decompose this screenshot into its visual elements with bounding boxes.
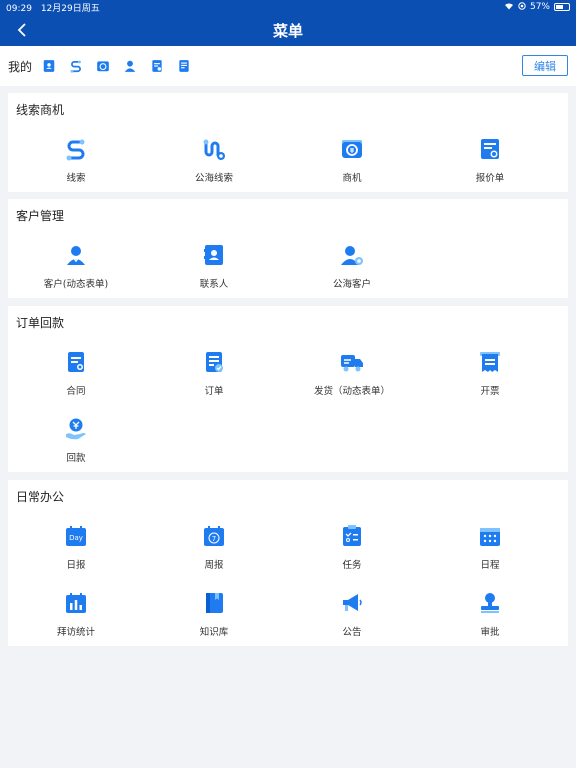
favorites-bar: 我的 编辑: [0, 46, 576, 86]
order-icon[interactable]: [177, 59, 191, 73]
task-icon: [343, 525, 361, 546]
payment-icon: [66, 418, 86, 440]
menu-item-schedule[interactable]: 日程: [430, 524, 550, 571]
menu-item-order[interactable]: 订单: [154, 350, 274, 397]
section-orders: 订单回款 合同 订单 发货（动态表单） 开票 回款: [8, 306, 568, 472]
menu-item-label: 拜访统计: [56, 627, 95, 638]
menu-item-label: 发货（动态表单）: [313, 386, 390, 397]
menu-item-label: 客户(动态表单): [43, 279, 109, 290]
customer-icon[interactable]: [123, 59, 137, 73]
order-icon: [206, 352, 223, 372]
menu-item-daily-report[interactable]: Day 日报: [16, 524, 136, 571]
menu-item-label: 合同: [66, 386, 86, 397]
public-customer-icon: [341, 246, 363, 265]
top-bar: 09:29 12月29日周五 57% 菜单: [0, 0, 576, 46]
menu-item-payment[interactable]: 回款: [16, 417, 136, 464]
favorites-label: 我的: [8, 59, 33, 74]
opportunity-icon: [342, 140, 362, 158]
schedule-icon: [480, 528, 500, 546]
invoice-icon: [480, 352, 500, 372]
menu-item-label: 报价单: [475, 173, 505, 184]
menu-item-contract[interactable]: 合同: [16, 350, 136, 397]
menu-item-invoice[interactable]: 开票: [430, 350, 550, 397]
page-title: 菜单: [272, 21, 303, 40]
section-customers: 客户管理 客户(动态表单) 联系人 公海客户: [8, 199, 568, 298]
customer-icon: [67, 246, 85, 265]
approval-icon: [481, 593, 499, 613]
announcement-icon: [343, 594, 362, 611]
menu-item-label: 日报: [66, 560, 86, 571]
menu-item-opportunity[interactable]: 商机: [292, 137, 412, 184]
contract-icon[interactable]: [150, 59, 164, 73]
quote-icon: [481, 139, 499, 159]
weekly-report-icon: 7: [204, 526, 224, 546]
menu-item-weekly-report[interactable]: 7 周报: [154, 524, 274, 571]
contact-icon: [204, 245, 223, 265]
section-title: 日常办公: [16, 490, 65, 504]
battery-percent: 57%: [529, 2, 550, 12]
menu-item-public-customer[interactable]: 公海客户: [292, 243, 412, 290]
menu-item-label: 公海线索: [194, 173, 233, 184]
lead-icon: [66, 139, 85, 161]
chevron-left-icon: [17, 23, 26, 37]
menu-item-quote[interactable]: 报价单: [430, 137, 550, 184]
status-date: 12月29日周五: [40, 3, 100, 14]
menu-item-delivery[interactable]: 发货（动态表单）: [292, 350, 412, 397]
section-office: 日常办公 Day 日报 7 周报 任务 日程 拜访统计 知识库 公告 审批: [8, 480, 568, 646]
menu-item-label: 日程: [480, 560, 500, 571]
menu-item-knowledge-base[interactable]: 知识库: [154, 591, 274, 638]
menu-item-label: 线索: [66, 173, 86, 184]
menu-item-public-lead[interactable]: 公海线索: [154, 137, 274, 184]
menu-item-label: 公海客户: [332, 279, 371, 290]
section-title: 客户管理: [16, 209, 65, 223]
opportunity-icon[interactable]: [96, 59, 110, 73]
menu-item-label: 商机: [342, 173, 362, 184]
contract-icon: [68, 352, 84, 372]
menu-item-label: 订单: [204, 386, 224, 397]
status-time: 09:29: [6, 3, 32, 14]
menu-item-label: 任务: [342, 560, 362, 571]
menu-item-customer[interactable]: 客户(动态表单): [16, 243, 136, 290]
visit-stats-icon: [66, 593, 86, 613]
menu-item-label: 回款: [66, 453, 86, 464]
public-lead-icon: [203, 139, 225, 160]
menu-item-task[interactable]: 任务: [292, 524, 412, 571]
battery-icon: [554, 3, 570, 11]
back-button[interactable]: [12, 20, 32, 40]
daily-report-icon: Day: [66, 526, 86, 546]
location-icon: [518, 1, 526, 13]
menu-item-visit-stats[interactable]: 拜访统计: [16, 591, 136, 638]
menu-item-label: 开票: [480, 386, 500, 397]
menu-item-label: 联系人: [199, 279, 229, 290]
section-leads: 线索商机 线索 公海线索 商机 报价单: [8, 93, 568, 192]
knowledge-base-icon: [206, 593, 223, 613]
menu-item-announcement[interactable]: 公告: [292, 591, 412, 638]
delivery-truck-icon: [341, 355, 363, 372]
menu-item-label: 公告: [342, 627, 362, 638]
section-title: 订单回款: [16, 316, 65, 330]
status-bar: 09:29 12月29日周五 57%: [0, 0, 576, 14]
wifi-icon: [504, 2, 514, 13]
contact-icon[interactable]: [42, 59, 56, 73]
section-title: 线索商机: [16, 103, 65, 117]
lead-icon[interactable]: [69, 59, 83, 73]
weekly-report-badge: 7: [212, 535, 216, 543]
menu-item-lead[interactable]: 线索: [16, 137, 136, 184]
menu-item-label: 周报: [204, 560, 224, 571]
daily-report-badge: Day: [69, 534, 83, 542]
menu-item-label: 审批: [480, 627, 500, 638]
menu-item-label: 知识库: [199, 627, 229, 638]
menu-item-contact[interactable]: 联系人: [154, 243, 274, 290]
menu-item-approval[interactable]: 审批: [430, 591, 550, 638]
edit-button[interactable]: 编辑: [522, 55, 568, 76]
